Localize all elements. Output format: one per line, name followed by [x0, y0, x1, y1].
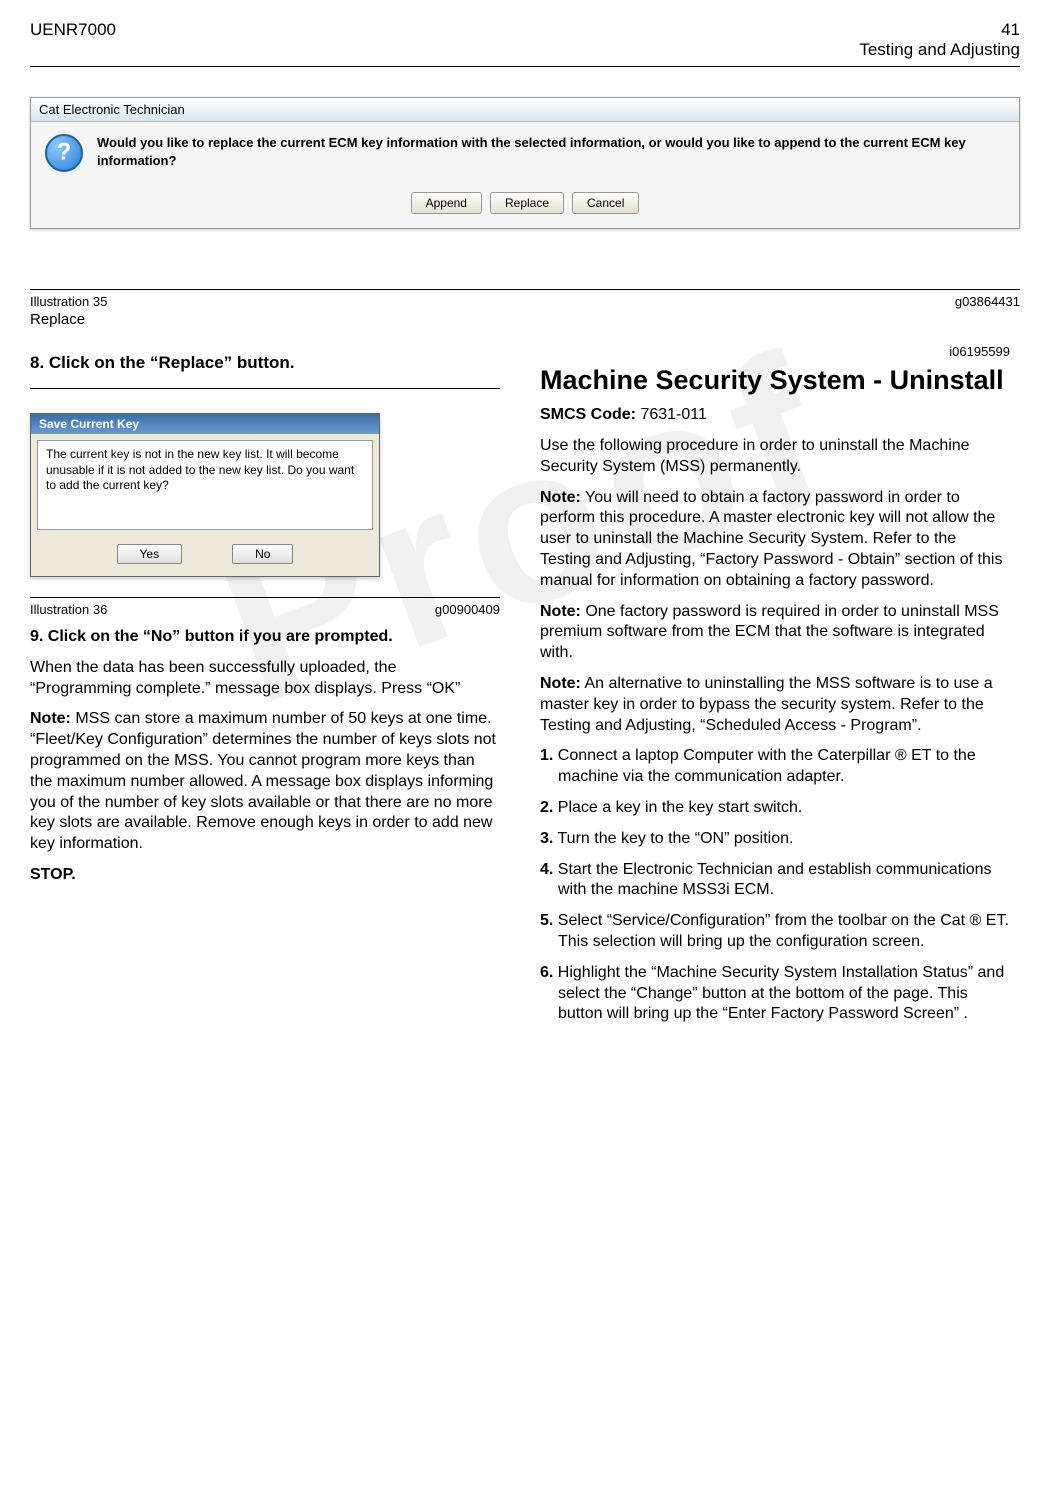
step-text: Start the Electronic Technician and esta…	[553, 861, 991, 899]
append-button[interactable]: Append	[411, 192, 482, 214]
dialog-title-bar: Cat Electronic Technician	[31, 98, 1019, 122]
illustration-35-caption: Illustration 35 g03864431	[30, 289, 1020, 309]
dialog-save-current-key: Save Current Key The current key is not …	[30, 413, 380, 577]
step-text: Connect a laptop Computer with the Cater…	[553, 747, 975, 785]
dialog-message: Would you like to replace the current EC…	[97, 134, 1005, 169]
stop-label: STOP.	[30, 865, 500, 886]
step-1: 1. Connect a laptop Computer with the Ca…	[540, 746, 1010, 788]
right-column: i06195599 Machine Security System - Unin…	[540, 344, 1010, 1035]
header-section: Testing and Adjusting	[859, 40, 1020, 60]
step-num: 5.	[540, 912, 553, 929]
step-num: 3.	[540, 830, 553, 847]
step-text: Place a key in the key start switch.	[553, 799, 802, 816]
step-6: 6. Highlight the “Machine Security Syste…	[540, 963, 1010, 1025]
step-4: 4. Start the Electronic Technician and e…	[540, 860, 1010, 902]
note-one-password: Note: One factory password is required i…	[540, 602, 1010, 664]
dialog-button-row: Append Replace Cancel	[31, 184, 1019, 228]
step-9-text: 9. Click on the “No” button if you are p…	[30, 628, 393, 645]
paragraph-programming-complete: When the data has been successfully uplo…	[30, 658, 500, 700]
smcs-code: SMCS Code: 7631-011	[540, 406, 1010, 424]
small-dialog-button-row: Yes No	[31, 536, 379, 576]
question-icon	[45, 134, 83, 172]
step-8-text: 8. Click on the “Replace” button.	[30, 353, 294, 372]
note-label: Note:	[30, 710, 71, 727]
note-body: MSS can store a maximum number of 50 key…	[30, 710, 496, 852]
left-column: 8. Click on the “Replace” button. Save C…	[30, 344, 500, 1035]
no-button[interactable]: No	[232, 544, 293, 564]
stop-text: STOP.	[30, 866, 76, 883]
step-num: 4.	[540, 861, 553, 878]
note-label: Note:	[540, 675, 581, 692]
article-id: i06195599	[540, 344, 1010, 359]
step-9: 9. Click on the “No” button if you are p…	[30, 627, 500, 648]
illustration-title: Replace	[30, 311, 1020, 328]
note-body: One factory password is required in orde…	[540, 603, 999, 662]
step-8: 8. Click on the “Replace” button.	[30, 352, 500, 374]
cancel-button[interactable]: Cancel	[572, 192, 639, 214]
left-divider	[30, 388, 500, 389]
step-3: 3. Turn the key to the “ON” position.	[540, 829, 1010, 850]
yes-button[interactable]: Yes	[117, 544, 183, 564]
note-mss-keys: Note: MSS can store a maximum number of …	[30, 709, 500, 855]
note-body: An alternative to uninstalling the MSS s…	[540, 675, 993, 734]
step-2: 2. Place a key in the key start switch.	[540, 798, 1010, 819]
illustration-label: Illustration 35	[30, 294, 107, 309]
dialog-replace-ecm: Cat Electronic Technician Would you like…	[30, 97, 1020, 229]
small-dialog-body: The current key is not in the new key li…	[37, 440, 373, 530]
illustration-label: Illustration 36	[30, 602, 107, 617]
illustration-id: g00900409	[435, 602, 500, 617]
header-left: UENR7000	[30, 20, 116, 60]
section-title: Machine Security System - Uninstall	[540, 365, 1010, 396]
page-header: UENR7000 41 Testing and Adjusting	[30, 20, 1020, 60]
note-factory-password: Note: You will need to obtain a factory …	[540, 488, 1010, 592]
step-num: 2.	[540, 799, 553, 816]
illustration-36-caption: Illustration 36 g00900409	[30, 597, 500, 617]
step-num: 6.	[540, 964, 553, 981]
smcs-value: 7631-011	[636, 406, 707, 423]
intro-paragraph: Use the following procedure in order to …	[540, 436, 1010, 478]
step-num: 1.	[540, 747, 553, 764]
step-5: 5. Select “Service/Configuration” from t…	[540, 911, 1010, 953]
small-dialog-title: Save Current Key	[31, 414, 379, 434]
note-body: You will need to obtain a factory passwo…	[540, 489, 1002, 589]
smcs-label: SMCS Code:	[540, 406, 636, 423]
note-alternative: Note: An alternative to uninstalling the…	[540, 674, 1010, 736]
note-label: Note:	[540, 603, 581, 620]
procedure-steps: 1. Connect a laptop Computer with the Ca…	[540, 746, 1010, 1025]
illustration-id: g03864431	[955, 294, 1020, 309]
step-text: Select “Service/Configuration” from the …	[553, 912, 1009, 950]
header-page-number: 41	[859, 20, 1020, 40]
step-text: Highlight the “Machine Security System I…	[553, 964, 1004, 1023]
header-rule	[30, 66, 1020, 67]
note-label: Note:	[540, 489, 581, 506]
replace-button[interactable]: Replace	[490, 192, 564, 214]
step-text: Turn the key to the “ON” position.	[553, 830, 793, 847]
